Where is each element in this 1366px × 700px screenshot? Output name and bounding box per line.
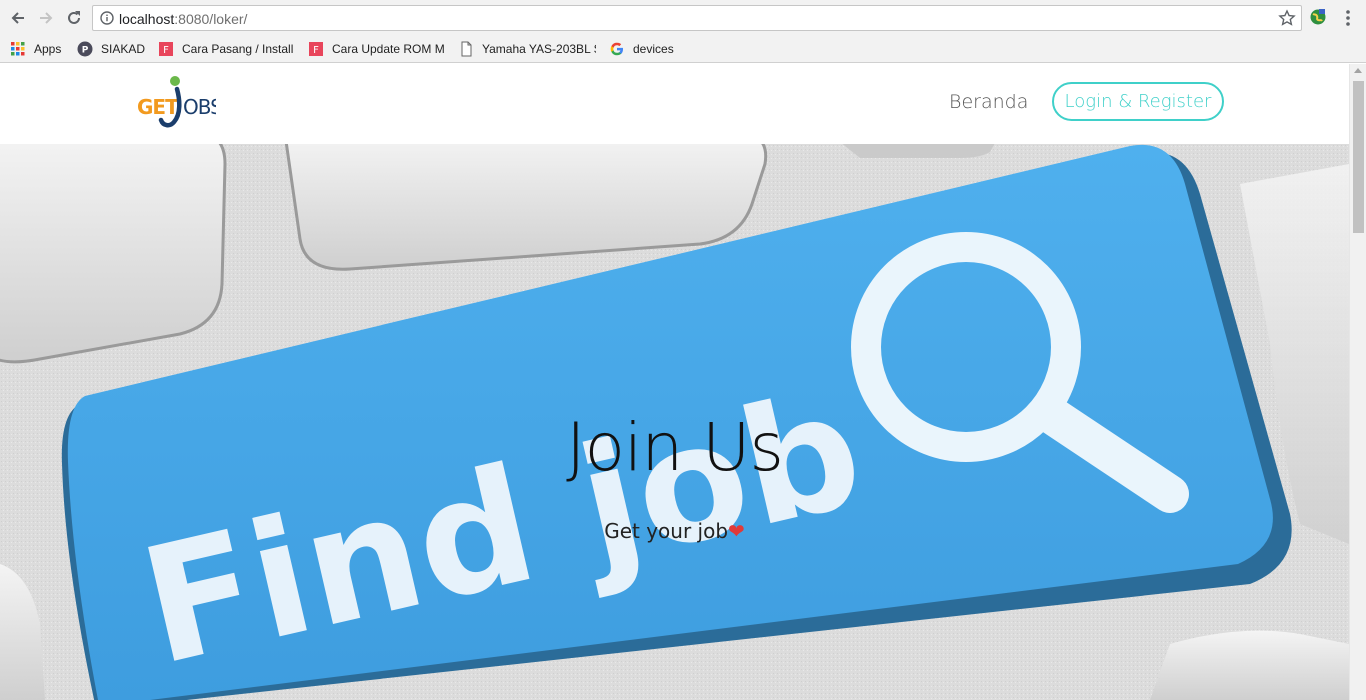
svg-text:GET: GET [137, 95, 179, 119]
url-host: localhost [119, 11, 175, 27]
svg-text:OBS: OBS [183, 95, 216, 119]
bookmark-yamaha[interactable]: Yamaha YAS-203BL S [458, 40, 596, 58]
p-circle-icon: P [77, 41, 93, 57]
bookmark-cara-update[interactable]: F Cara Update ROM M [308, 40, 446, 58]
bookmark-siakad[interactable]: P SIAKAD [77, 40, 145, 58]
back-arrow-icon [11, 12, 24, 24]
bookmark-label: Yamaha YAS-203BL S [482, 42, 596, 56]
site-header: GET OBS Beranda Login & Register [0, 64, 1349, 144]
page-icon [458, 41, 474, 57]
url-path: :8080/loker/ [174, 11, 248, 27]
f-square-icon: F [308, 41, 324, 57]
bookmark-cara-pasang[interactable]: F Cara Pasang / Install [158, 40, 294, 58]
extension-globe-icon[interactable] [1309, 8, 1327, 26]
bookmark-label: Cara Update ROM M [332, 42, 445, 56]
nav-beranda-link[interactable]: Beranda [949, 91, 1028, 113]
page-viewport: GET OBS Beranda Login & Register [0, 64, 1349, 700]
svg-text:F: F [313, 45, 319, 56]
login-register-button[interactable]: Login & Register [1052, 82, 1224, 121]
scrollbar-thumb[interactable] [1353, 81, 1364, 233]
apps-grid-icon [10, 41, 26, 57]
hero-section: Find job Join Us Get your job❤ [0, 144, 1349, 700]
info-icon[interactable] [100, 11, 114, 25]
hero-title: Join Us [566, 409, 784, 486]
bookmark-label: Apps [34, 42, 62, 56]
bookmark-apps[interactable]: Apps [10, 40, 61, 58]
getjobs-logo[interactable]: GET OBS [136, 70, 216, 130]
bookmark-label: SIAKAD [101, 42, 146, 56]
heart-icon: ❤ [728, 519, 745, 543]
svg-text:P: P [82, 46, 89, 56]
f-square-icon: F [158, 41, 174, 57]
bookmarks-bar: Apps P SIAKAD F Cara Pasang / Install F … [0, 36, 1366, 63]
google-g-icon [609, 41, 625, 57]
forward-button[interactable] [36, 8, 56, 28]
svg-text:F: F [163, 45, 169, 56]
scroll-up-arrow-icon[interactable] [1354, 68, 1362, 73]
hero-subtitle-text: Get your job [604, 519, 729, 543]
bookmark-devices[interactable]: devices [609, 40, 674, 58]
reload-icon [68, 11, 80, 24]
browser-menu-icon[interactable] [1340, 8, 1356, 28]
bookmark-label: devices [633, 42, 674, 56]
back-button[interactable] [8, 8, 28, 28]
url-text: localhost:8080/loker/ [119, 11, 247, 27]
hero-subtitle: Get your job❤ [0, 519, 1349, 543]
page-scrollbar[interactable] [1349, 64, 1366, 700]
reload-button[interactable] [64, 8, 84, 28]
bookmark-star-icon[interactable] [1278, 9, 1296, 27]
browser-toolbar: localhost:8080/loker/ [0, 0, 1366, 36]
bookmark-label: Cara Pasang / Install [182, 42, 294, 56]
address-bar[interactable]: localhost:8080/loker/ [92, 5, 1302, 31]
forward-arrow-icon [40, 12, 53, 24]
